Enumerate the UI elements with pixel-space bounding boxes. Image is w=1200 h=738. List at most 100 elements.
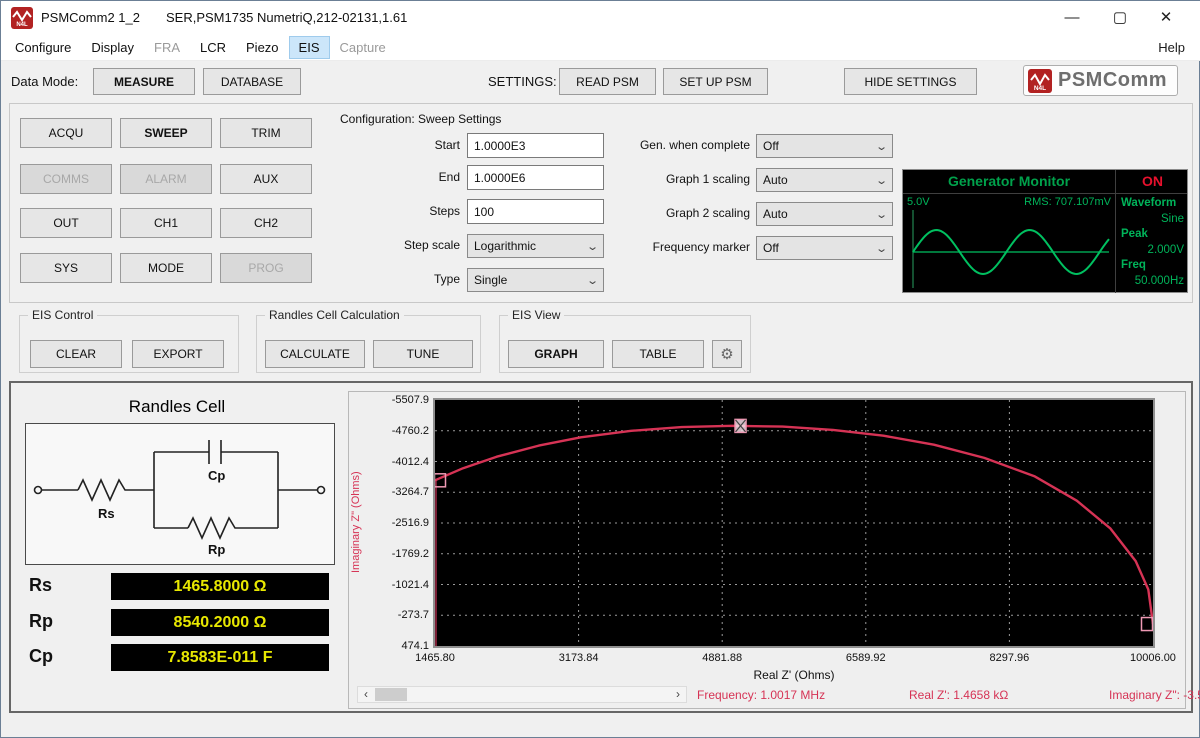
set-up-psm-button[interactable]: SET UP PSM <box>663 68 768 95</box>
psm-menu-grid: ACQU SWEEP TRIM COMMS ALARM AUX OUT CH1 … <box>20 118 320 290</box>
generator-waveform-scope: 5.0V RMS: 707.107mV <box>903 194 1115 293</box>
randles-calc-group: Randles Cell Calculation CALCULATE TUNE <box>256 315 481 373</box>
rs-value: 1465.8000 Ω <box>111 573 329 600</box>
generator-monitor: Generator Monitor ON 5.0V RMS: 707.107mV… <box>902 169 1188 293</box>
steps-input[interactable] <box>467 199 604 224</box>
psm-ch2-button[interactable]: CH2 <box>220 208 312 238</box>
eis-view-group: EIS View GRAPH TABLE ⚙ <box>499 315 751 373</box>
graph2-scaling-select[interactable]: Auto ⌄ <box>756 202 893 226</box>
freq-label: Freq <box>1121 258 1184 274</box>
chevron-down-icon: ⌄ <box>875 242 888 255</box>
chevron-down-icon: ⌄ <box>875 208 888 221</box>
x-tick: 6589.92 <box>826 652 906 664</box>
scroll-right-icon[interactable]: › <box>670 687 686 702</box>
minimize-button[interactable]: — <box>1049 1 1095 35</box>
peak-value: 2.000V <box>1121 243 1184 259</box>
peak-label: Peak <box>1121 227 1184 243</box>
step-scale-select[interactable]: Logarithmic ⌄ <box>467 234 604 258</box>
psm-sys-button[interactable]: SYS <box>20 253 112 283</box>
type-value: Single <box>474 273 507 287</box>
menu-help[interactable]: Help <box>1150 35 1193 61</box>
menu-eis[interactable]: EIS <box>289 36 330 59</box>
settings-label: SETTINGS: <box>488 74 557 89</box>
tune-button[interactable]: TUNE <box>373 340 473 368</box>
frequency-marker-label: Frequency marker <box>630 240 750 254</box>
start-input[interactable] <box>467 133 604 158</box>
x-tick: 1465.80 <box>395 652 475 664</box>
data-mode-label: Data Mode: <box>11 74 78 89</box>
psm-acqu-button[interactable]: ACQU <box>20 118 112 148</box>
x-tick: 10006.00 <box>1113 652 1193 664</box>
psm-trim-button[interactable]: TRIM <box>220 118 312 148</box>
type-select[interactable]: Single ⌄ <box>467 268 604 292</box>
gen-when-complete-select[interactable]: Off ⌄ <box>756 134 893 158</box>
generator-monitor-title: Generator Monitor <box>903 170 1115 193</box>
menu-piezo[interactable]: Piezo <box>236 36 289 59</box>
end-label: End <box>340 170 460 184</box>
psm-out-button[interactable]: OUT <box>20 208 112 238</box>
rp-value: 8540.2000 Ω <box>111 609 329 636</box>
circuit-cp-label: Cp <box>208 468 225 483</box>
read-psm-button[interactable]: READ PSM <box>559 68 656 95</box>
toolbar: Data Mode: MEASURE DATABASE SETTINGS: RE… <box>1 61 1200 103</box>
window-title: PSMComm2 1_2SER,PSM1735 NumetriQ,212-021… <box>41 1 407 35</box>
rs-param-row: Rs 1465.8000 Ω <box>11 573 343 600</box>
export-button[interactable]: EXPORT <box>132 340 224 368</box>
menu-configure[interactable]: Configure <box>5 36 81 59</box>
rp-label: Rp <box>29 611 53 632</box>
sweep-settings-title: Configuration: Sweep Settings <box>340 112 501 126</box>
close-button[interactable]: ✕ <box>1143 1 1189 35</box>
rp-param-row: Rp 8540.2000 Ω <box>11 609 343 636</box>
maximize-button[interactable]: ▢ <box>1097 1 1143 35</box>
psm-aux-button[interactable]: AUX <box>220 164 312 194</box>
real-z-readout: Real Z': 1.4658 kΩ <box>909 688 1008 702</box>
generator-monitor-header: Generator Monitor ON <box>903 170 1187 194</box>
psm-mode-button[interactable]: MODE <box>120 253 212 283</box>
settings-panel: ACQU SWEEP TRIM COMMS ALARM AUX OUT CH1 … <box>9 103 1193 303</box>
results-panel: Randles Cell Rs Cp Rp <box>9 381 1193 713</box>
graph1-scaling-value: Auto <box>763 173 788 187</box>
frequency-marker-value: Off <box>763 241 779 255</box>
hide-settings-button[interactable]: HIDE SETTINGS <box>844 68 977 95</box>
randles-circuit-diagram: Rs Cp Rp <box>25 423 335 565</box>
psm-prog-button: PROG <box>220 253 312 283</box>
freq-value: 50.000Hz <box>1121 274 1184 290</box>
eis-control-group: EIS Control CLEAR EXPORT <box>19 315 239 373</box>
psm-ch1-button[interactable]: CH1 <box>120 208 212 238</box>
database-button[interactable]: DATABASE <box>203 68 301 95</box>
menu-lcr[interactable]: LCR <box>190 36 236 59</box>
y-tick: -273.7 <box>361 609 429 621</box>
start-label: Start <box>340 138 460 152</box>
y-tick: -4760.2 <box>361 425 429 437</box>
clear-button[interactable]: CLEAR <box>30 340 122 368</box>
randles-cell-title: Randles Cell <box>11 397 343 417</box>
frequency-marker-select[interactable]: Off ⌄ <box>756 236 893 260</box>
y-tick: -5507.9 <box>361 394 429 406</box>
table-view-button[interactable]: TABLE <box>612 340 704 368</box>
n4l-logo-icon: N4L <box>1028 69 1052 93</box>
calculate-button[interactable]: CALCULATE <box>265 340 365 368</box>
gear-icon[interactable]: ⚙ <box>712 340 742 368</box>
chevron-down-icon: ⌄ <box>875 140 888 153</box>
graph-view-button[interactable]: GRAPH <box>508 340 604 368</box>
gen-when-complete-value: Off <box>763 139 779 153</box>
menu-fra: FRA <box>144 36 190 59</box>
menu-display[interactable]: Display <box>81 36 144 59</box>
graph1-scaling-select[interactable]: Auto ⌄ <box>756 168 893 192</box>
waveform-label: Waveform <box>1121 196 1184 212</box>
eis-control-title: EIS Control <box>28 308 97 322</box>
title-bar: N4L PSMComm2 1_2SER,PSM1735 NumetriQ,212… <box>1 1 1200 35</box>
end-input[interactable] <box>467 165 604 190</box>
measure-button[interactable]: MEASURE <box>93 68 195 95</box>
graph1-scaling-label: Graph 1 scaling <box>630 172 750 186</box>
type-label: Type <box>340 272 460 286</box>
step-scale-label: Step scale <box>340 238 460 252</box>
nyquist-plot[interactable] <box>433 398 1155 648</box>
psm-sweep-button[interactable]: SWEEP <box>120 118 212 148</box>
randles-calc-title: Randles Cell Calculation <box>265 308 404 322</box>
graph-scrollbar[interactable]: ‹ › <box>357 686 687 703</box>
chevron-down-icon: ⌄ <box>586 240 599 253</box>
scrollbar-thumb[interactable] <box>375 688 407 701</box>
generator-rms: RMS: 707.107mV <box>1024 196 1111 208</box>
scroll-left-icon[interactable]: ‹ <box>358 687 374 702</box>
